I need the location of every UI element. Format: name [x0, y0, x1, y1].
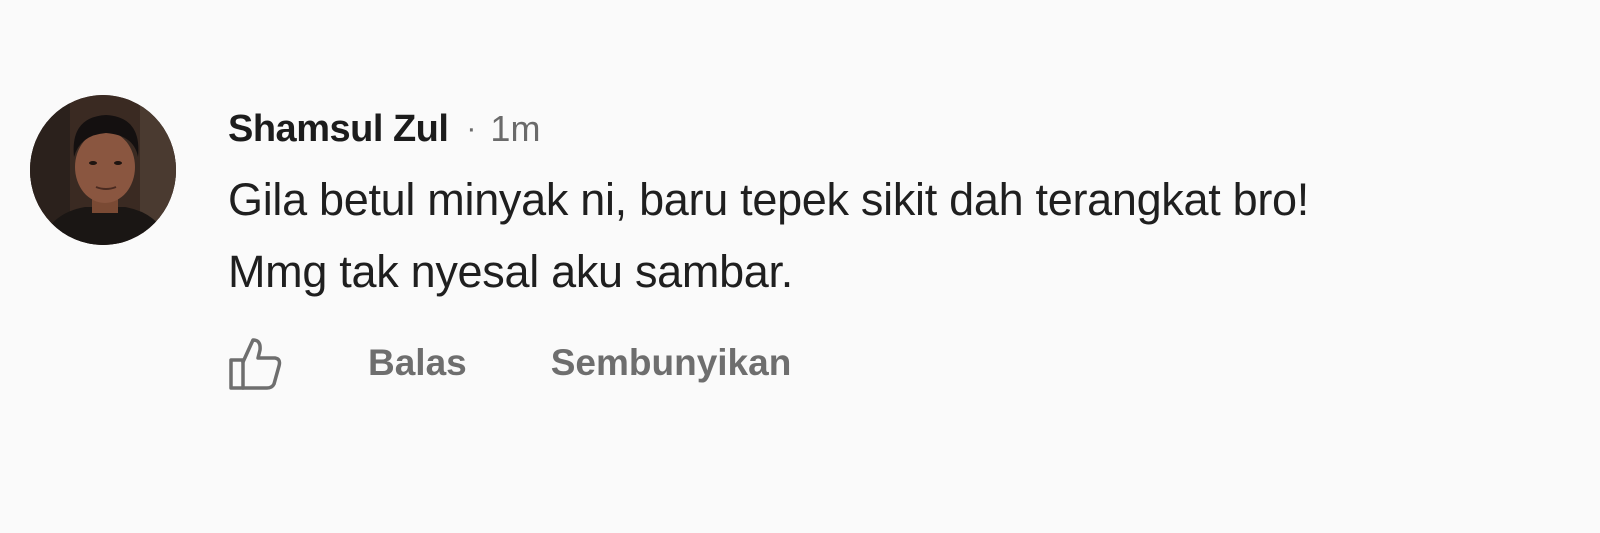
like-button[interactable]: [226, 332, 284, 394]
comment-header: Shamsul Zul · 1m: [228, 104, 540, 154]
comment-text: Gila betul minyak ni, baru tepek sikit d…: [228, 164, 1568, 308]
avatar[interactable]: [30, 95, 176, 245]
comment-actions: Balas Sembunyikan: [226, 328, 791, 398]
comment-item: Shamsul Zul · 1m Gila betul minyak ni, b…: [0, 0, 1600, 533]
comment-text-line: Gila betul minyak ni, baru tepek sikit d…: [228, 174, 1309, 225]
author-name[interactable]: Shamsul Zul: [228, 108, 449, 151]
timestamp[interactable]: 1m: [490, 108, 540, 150]
thumbs-up-icon: [229, 338, 282, 390]
comment-text-line: Mmg tak nyesal aku sambar.: [228, 246, 793, 297]
separator-dot: ·: [466, 112, 477, 145]
hide-button[interactable]: Sembunyikan: [551, 342, 792, 384]
profile-photo-icon: [30, 95, 176, 245]
reply-button[interactable]: Balas: [368, 342, 467, 384]
